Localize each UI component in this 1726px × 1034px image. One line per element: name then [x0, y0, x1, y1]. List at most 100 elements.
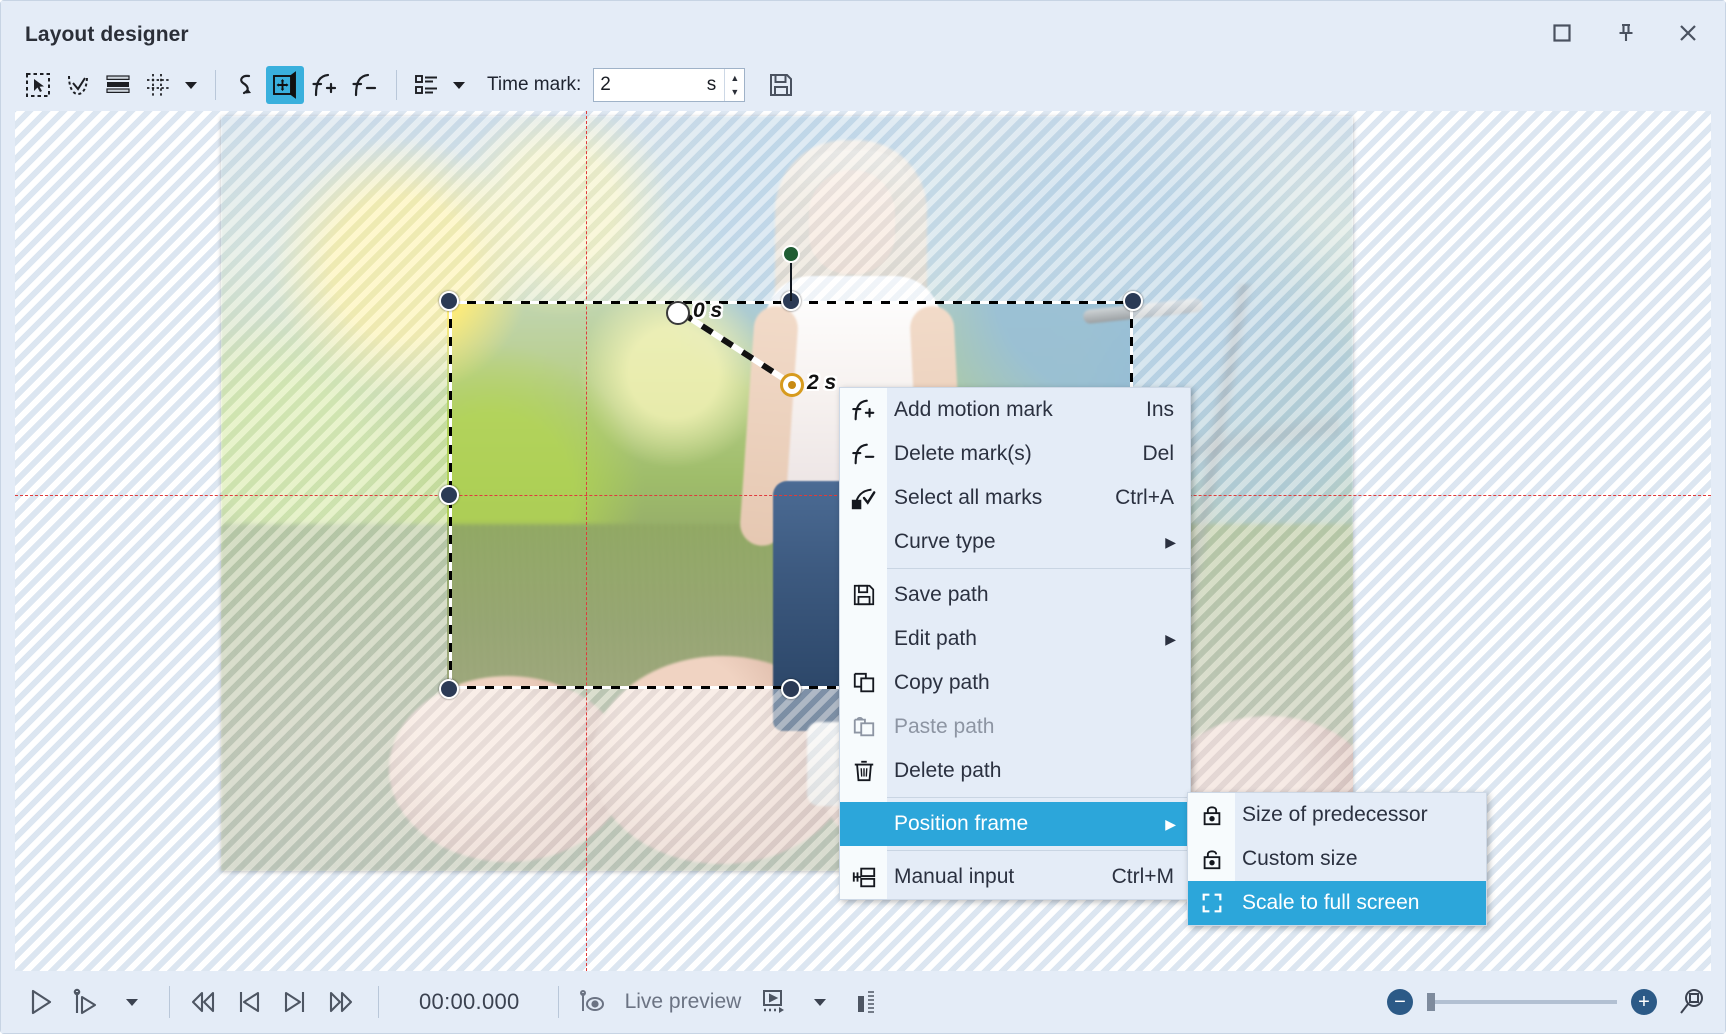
resize-handle-bottom-left[interactable] [439, 679, 459, 699]
timecode-display: 00:00.000 [419, 989, 520, 1015]
skip-back-icon[interactable] [228, 981, 270, 1023]
menu-item-shortcut: Del [1142, 442, 1190, 466]
lock-closed-icon [1188, 793, 1235, 837]
menu-separator [887, 797, 1190, 798]
empty-icon-slot [840, 617, 887, 661]
resize-handle-top-right[interactable] [1123, 291, 1143, 311]
menu-item-save-path[interactable]: Save path [840, 573, 1190, 617]
rotate-handle[interactable] [782, 245, 800, 263]
curve-plus-icon[interactable] [306, 66, 344, 104]
play-marker-icon[interactable] [65, 981, 107, 1023]
play-icon[interactable] [19, 981, 61, 1023]
menu-item-label: Add motion mark [887, 398, 1146, 422]
submenu-item-label: Size of predecessor [1235, 803, 1486, 827]
submenu-arrow-icon: ▶ [1165, 631, 1190, 648]
manual-input-icon [840, 855, 887, 899]
audio-meter-icon[interactable] [845, 981, 887, 1023]
submenu-item-scale-to-full-screen[interactable]: Scale to full screen [1188, 881, 1486, 925]
resize-handle-top-left[interactable] [439, 291, 459, 311]
live-preview-icon[interactable] [571, 981, 613, 1023]
close-icon[interactable] [1665, 13, 1711, 53]
transport-separator [558, 986, 559, 1018]
transport-separator [378, 986, 379, 1018]
menu-item-label: Select all marks [887, 486, 1115, 510]
layout-designer-window: Layout designer [0, 0, 1726, 1034]
toolbar-separator [396, 70, 397, 100]
motion-mark-start-label: 0 s [693, 299, 722, 323]
chevron-down-icon[interactable] [179, 66, 203, 104]
pin-icon[interactable] [1603, 13, 1649, 53]
zoom-slider-thumb[interactable] [1427, 993, 1435, 1011]
submenu-item-size-of-predecessor[interactable]: Size of predecessor [1188, 793, 1486, 837]
title-bar: Layout designer [1, 1, 1725, 63]
context-menu[interactable]: Add motion mark Ins Delete mark(s) Del S… [839, 387, 1191, 900]
skip-forward-icon[interactable] [274, 981, 316, 1023]
menu-item-label: Curve type [887, 530, 1165, 554]
submenu-item-label: Scale to full screen [1235, 891, 1486, 915]
maximize-icon[interactable] [1539, 13, 1585, 53]
toolbar-separator [215, 70, 216, 100]
save-button[interactable] [761, 66, 801, 104]
resize-handle-middle-left[interactable] [439, 485, 459, 505]
stepper-up-icon[interactable]: ▲ [730, 74, 739, 83]
menu-item-label: Position frame [887, 812, 1165, 836]
floppy-save-icon [840, 573, 887, 617]
edit-points-icon[interactable] [59, 66, 97, 104]
menu-separator [887, 850, 1190, 851]
magnifier-icon[interactable] [1677, 987, 1707, 1017]
motion-mark-current[interactable] [780, 373, 804, 397]
menu-item-select-all-marks[interactable]: Select all marks Ctrl+A [840, 476, 1190, 520]
toolbar: Time mark: 2 s ▲ ▼ [1, 59, 1725, 111]
curve-minus-icon[interactable] [346, 66, 384, 104]
menu-item-copy-path[interactable]: Copy path [840, 661, 1190, 705]
empty-icon-slot [840, 802, 887, 846]
grid-icon[interactable] [139, 66, 177, 104]
chevron-down-icon[interactable] [799, 981, 841, 1023]
menu-item-edit-path[interactable]: Edit path ▶ [840, 617, 1190, 661]
resize-handle-bottom-center[interactable] [781, 679, 801, 699]
time-mark-input[interactable]: 2 s ▲ ▼ [593, 68, 745, 102]
list-icon[interactable] [407, 66, 445, 104]
select-marks-icon [840, 476, 887, 520]
menu-item-paste-path[interactable]: Paste path [840, 705, 1190, 749]
transport-bar: 00:00.000 Live preview [1, 971, 1725, 1033]
selection-arrow-icon[interactable] [19, 66, 57, 104]
menu-item-position-frame[interactable]: Position frame ▶ [840, 802, 1190, 846]
submenu-item-custom-size[interactable]: Custom size [1188, 837, 1486, 881]
menu-item-shortcut: Ctrl+A [1115, 486, 1190, 510]
menu-item-curve-type[interactable]: Curve type ▶ [840, 520, 1190, 564]
rotate-arrow-icon[interactable] [226, 66, 264, 104]
motion-mark-start[interactable] [666, 301, 690, 325]
rewind-icon[interactable] [182, 981, 224, 1023]
time-mark-label: Time mark: [487, 74, 581, 96]
alignment-bars-icon[interactable] [99, 66, 137, 104]
zoom-in-button[interactable]: + [1631, 989, 1657, 1015]
zoom-controls[interactable]: − + [1387, 987, 1707, 1017]
chevron-down-icon[interactable] [447, 66, 471, 104]
submenu-item-label: Custom size [1235, 847, 1486, 871]
curve-minus-icon [840, 432, 887, 476]
move-frame-icon[interactable] [266, 66, 304, 104]
fast-forward-icon[interactable] [320, 981, 362, 1023]
zoom-slider[interactable] [1427, 1000, 1617, 1004]
zoom-out-button[interactable]: − [1387, 989, 1413, 1015]
time-mark-unit: s [707, 74, 725, 96]
menu-item-delete-path[interactable]: Delete path [840, 749, 1190, 793]
chevron-down-icon[interactable] [111, 981, 153, 1023]
preview-render-icon[interactable] [753, 981, 795, 1023]
position-frame-submenu[interactable]: Size of predecessor Custom size Scale to… [1187, 792, 1487, 926]
time-mark-value[interactable]: 2 [594, 74, 707, 96]
menu-item-label: Copy path [887, 671, 1190, 695]
copy-icon [840, 661, 887, 705]
live-preview-label: Live preview [625, 990, 742, 1014]
menu-separator [887, 568, 1190, 569]
menu-item-label: Manual input [887, 865, 1112, 889]
empty-icon-slot [840, 520, 887, 564]
menu-item-delete-marks[interactable]: Delete mark(s) Del [840, 432, 1190, 476]
stepper-down-icon[interactable]: ▼ [730, 88, 739, 97]
menu-item-add-motion-mark[interactable]: Add motion mark Ins [840, 388, 1190, 432]
menu-item-manual-input[interactable]: Manual input Ctrl+M [840, 855, 1190, 899]
time-mark-stepper[interactable]: ▲ ▼ [724, 69, 744, 101]
lock-open-icon [1188, 837, 1235, 881]
menu-item-label: Delete path [887, 759, 1190, 783]
